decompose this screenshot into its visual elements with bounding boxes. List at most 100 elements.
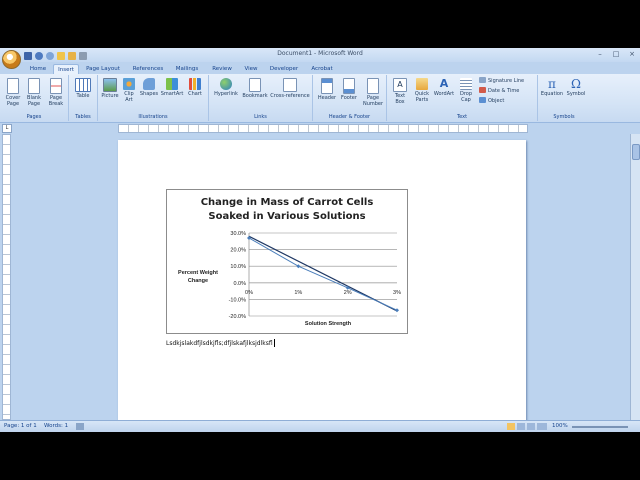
cover-page-button[interactable]: Cover Page bbox=[3, 78, 23, 107]
blank-page-icon bbox=[28, 78, 40, 94]
x-axis-title: Solution Strength bbox=[305, 321, 352, 327]
tab-mailings[interactable]: Mailings bbox=[172, 64, 202, 74]
group-symbols: π Equation Ω Symbol Symbols bbox=[538, 75, 590, 121]
footer-button[interactable]: Footer bbox=[338, 78, 360, 101]
tab-view[interactable]: View bbox=[240, 64, 262, 74]
tab-review[interactable]: Review bbox=[208, 64, 236, 74]
object-button[interactable]: Object bbox=[479, 97, 504, 105]
symbol-button[interactable]: Ω Symbol bbox=[565, 78, 587, 97]
date-time-label: Date & Time bbox=[488, 88, 520, 94]
zoom-slider[interactable] bbox=[572, 426, 628, 428]
text-box-icon: A bbox=[393, 78, 407, 92]
cross-reference-button[interactable]: Cross-reference bbox=[270, 78, 310, 99]
picture-label: Picture bbox=[101, 93, 119, 99]
open-icon[interactable] bbox=[68, 51, 76, 60]
zoom-level[interactable]: 100% bbox=[552, 423, 568, 429]
blank-page-label: Blank Page bbox=[27, 95, 41, 107]
bookmark-button[interactable]: Bookmark bbox=[241, 78, 269, 99]
tab-selector-button[interactable]: L bbox=[2, 124, 12, 133]
y-tick-label: 10.0% bbox=[230, 264, 246, 270]
picture-icon bbox=[103, 78, 117, 92]
undo-icon[interactable] bbox=[35, 51, 43, 60]
tab-developer[interactable]: Developer bbox=[266, 64, 302, 74]
y-tick-label: 0.0% bbox=[233, 281, 246, 287]
text-caret bbox=[273, 339, 275, 347]
equation-button[interactable]: π Equation bbox=[539, 78, 565, 97]
maximize-button[interactable]: □ bbox=[608, 48, 624, 60]
group-illustrations: Picture Clip Art Shapes SmartArt Chart I… bbox=[98, 75, 209, 121]
chart-object[interactable]: Change in Mass of Carrot Cells Soaked in… bbox=[166, 189, 408, 334]
text-box-button[interactable]: A Text Box bbox=[390, 78, 410, 105]
shapes-button[interactable]: Shapes bbox=[139, 78, 159, 97]
page-count-status[interactable]: Page: 1 of 1 bbox=[4, 423, 37, 429]
print-icon[interactable] bbox=[79, 51, 87, 60]
table-button[interactable]: Table bbox=[72, 78, 94, 99]
quick-parts-button[interactable]: Quick Parts bbox=[411, 78, 433, 103]
save-icon[interactable] bbox=[24, 51, 32, 60]
chart-button[interactable]: Chart bbox=[185, 78, 205, 97]
symbol-label: Symbol bbox=[566, 91, 586, 97]
window-title: Document1 - Microsoft Word bbox=[277, 50, 363, 57]
omega-icon: Ω bbox=[571, 77, 581, 91]
ribbon-tabs: Home Insert Page Layout References Maili… bbox=[0, 62, 640, 75]
redo-icon[interactable] bbox=[46, 51, 54, 60]
word-window: Document1 - Microsoft Word – □ × Home In… bbox=[0, 48, 640, 432]
calendar-icon bbox=[479, 87, 486, 93]
title-bar: Document1 - Microsoft Word – □ × bbox=[0, 48, 640, 62]
view-buttons[interactable] bbox=[507, 423, 547, 430]
group-symbols-label: Symbols bbox=[553, 114, 575, 120]
group-tables-label: Tables bbox=[75, 114, 91, 120]
wordart-button[interactable]: A WordArt bbox=[433, 78, 455, 98]
page-number-button[interactable]: Page Number bbox=[361, 78, 385, 107]
bookmark-label: Bookmark bbox=[242, 93, 268, 99]
group-header-footer-label: Header & Footer bbox=[328, 114, 371, 120]
document-body-text[interactable]: Lsdkjslakdfjlsdkjfls;dfjlskafjlksjdlksfl bbox=[166, 339, 275, 347]
y-tick-label: -20.0% bbox=[229, 314, 247, 320]
ruler-strip[interactable] bbox=[118, 124, 528, 133]
group-tables: Table Tables bbox=[69, 75, 98, 121]
quick-parts-label: Quick Parts bbox=[414, 91, 430, 103]
tab-home[interactable]: Home bbox=[26, 64, 50, 74]
signature-icon bbox=[479, 77, 486, 83]
chart-plot: 30.0% 20.0% 10.0% 0.0% -10.0% -20.0% 0% 1% 2% 3% S… bbox=[178, 231, 401, 327]
signature-line-button[interactable]: Signature Line bbox=[479, 77, 524, 85]
scrollbar-thumb[interactable] bbox=[632, 144, 640, 160]
group-header-footer: Header Footer Page Number Header & Foote… bbox=[313, 75, 387, 121]
smartart-button[interactable]: SmartArt bbox=[160, 78, 184, 97]
x-tick-label: 3% bbox=[393, 290, 401, 296]
word-count-status[interactable]: Words: 1 bbox=[44, 423, 68, 429]
data-point bbox=[296, 264, 301, 269]
date-time-button[interactable]: Date & Time bbox=[479, 87, 519, 95]
close-button[interactable]: × bbox=[624, 48, 640, 60]
office-button[interactable] bbox=[2, 50, 21, 69]
group-links-label: Links bbox=[254, 114, 267, 120]
document-page[interactable]: Change in Mass of Carrot Cells Soaked in… bbox=[118, 140, 526, 432]
equation-label: Equation bbox=[540, 91, 564, 97]
hyperlink-button[interactable]: Hyperlink bbox=[212, 78, 240, 97]
minimize-button[interactable]: – bbox=[592, 48, 608, 60]
header-button[interactable]: Header bbox=[316, 78, 338, 101]
cross-reference-icon bbox=[283, 78, 297, 92]
text-box-label: Text Box bbox=[394, 93, 406, 105]
page-break-button[interactable]: Page Break bbox=[45, 78, 67, 107]
blank-page-button[interactable]: Blank Page bbox=[24, 78, 44, 107]
proofing-icon[interactable] bbox=[76, 423, 84, 430]
x-tick-label: 1% bbox=[294, 290, 302, 296]
page-break-icon bbox=[50, 78, 62, 94]
clip-art-button[interactable]: Clip Art bbox=[120, 78, 138, 103]
quick-access-toolbar bbox=[24, 50, 87, 61]
tab-references[interactable]: References bbox=[128, 64, 168, 74]
clip-art-label: Clip Art bbox=[124, 91, 134, 103]
clip-art-icon bbox=[123, 78, 135, 90]
tab-page-layout[interactable]: Page Layout bbox=[83, 64, 123, 74]
vertical-scrollbar[interactable] bbox=[630, 134, 640, 424]
quick-parts-icon bbox=[416, 78, 428, 90]
shapes-icon bbox=[143, 78, 155, 90]
new-document-icon[interactable] bbox=[57, 51, 65, 60]
drop-cap-button[interactable]: Drop Cap bbox=[456, 78, 476, 103]
shapes-label: Shapes bbox=[139, 91, 159, 97]
tab-acrobat[interactable]: Acrobat bbox=[306, 64, 338, 74]
picture-button[interactable]: Picture bbox=[100, 78, 120, 99]
pi-icon: π bbox=[548, 77, 556, 91]
page-break-label: Page Break bbox=[48, 95, 64, 107]
